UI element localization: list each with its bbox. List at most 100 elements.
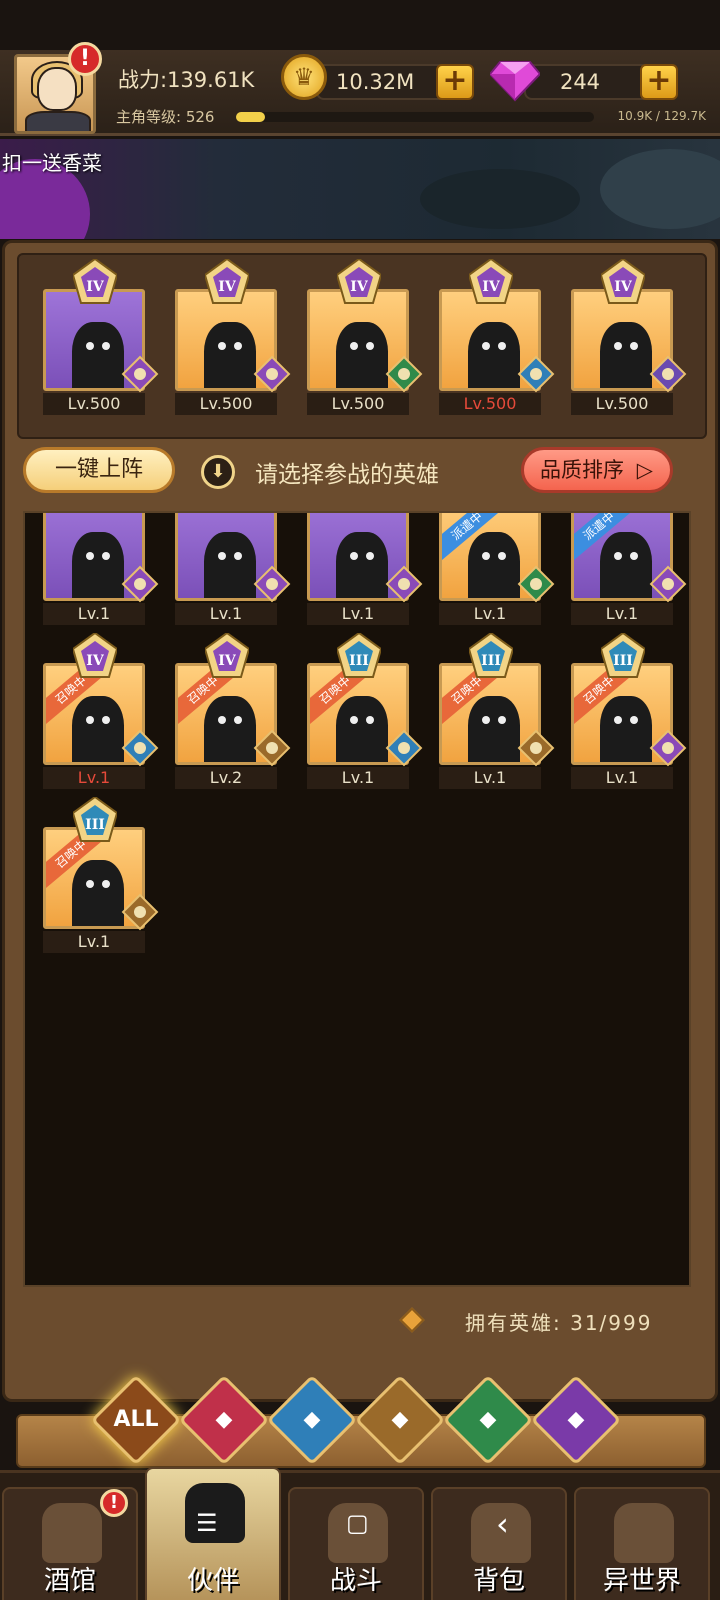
system-home-icon[interactable]: ▢ xyxy=(346,1509,369,1537)
svg-text:IV: IV xyxy=(218,653,237,669)
status-bar xyxy=(0,0,720,50)
rank-iv-badge-icon: IV xyxy=(599,257,647,305)
svg-text:IV: IV xyxy=(350,279,369,295)
sort-arrow-icon: ▷ xyxy=(636,458,653,482)
system-back-icon[interactable]: ‹ xyxy=(496,1505,509,1543)
svg-text:IV: IV xyxy=(86,653,105,669)
down-arrow-icon: ⬇ xyxy=(201,455,235,489)
battle-team: IV Lv.500 IV Lv.500 IV Lv.500 IV Lv.500 … xyxy=(17,253,707,439)
svg-text:III: III xyxy=(481,653,501,669)
hero-level: Lv.1 xyxy=(439,603,541,625)
hero-level: Lv.1 xyxy=(175,603,277,625)
bottom-navigation: 异世界 背包 战斗 伙伴 酒馆! ☰ ▢ ‹ xyxy=(0,1467,720,1600)
rank-iv-badge-icon: IV xyxy=(335,257,383,305)
player-level: 主角等级: 526 xyxy=(116,108,215,126)
hero-level: Lv.1 xyxy=(571,603,673,625)
system-menu-icon[interactable]: ☰ xyxy=(196,1509,218,1537)
hero-count-icon xyxy=(399,1307,425,1333)
tavern-alert-badge: ! xyxy=(100,1489,128,1517)
rank-iv-badge-icon: IV xyxy=(203,257,251,305)
hero-count: 拥有英雄: 31/999 xyxy=(465,1311,653,1335)
faction-emblem-icon: ◆ xyxy=(479,1407,497,1432)
scene-rock xyxy=(420,169,580,229)
svg-text:III: III xyxy=(85,817,105,833)
gold-crown-icon: ♛ xyxy=(281,54,327,100)
gem-amount: 244 xyxy=(524,64,656,100)
hero-silhouette xyxy=(204,322,256,388)
hero-silhouette xyxy=(204,532,256,598)
hero-silhouette xyxy=(336,532,388,598)
svg-text:IV: IV xyxy=(218,279,237,295)
hero-level: Lv.500 xyxy=(307,393,409,415)
demon-faction-icon xyxy=(121,355,159,393)
nav-tab-tavern[interactable]: 酒馆! xyxy=(2,1487,138,1600)
nav-tab-backpack[interactable]: 背包 xyxy=(431,1487,567,1600)
scene-caption: 扣一送香菜 xyxy=(2,151,102,175)
nav-label: 战斗 xyxy=(329,1566,382,1596)
nav-label: 异世界 xyxy=(602,1566,681,1596)
level-progress-fill xyxy=(236,112,265,122)
svg-text:IV: IV xyxy=(86,279,105,295)
hero-silhouette xyxy=(468,696,520,762)
nav-label: 酒馆 xyxy=(43,1566,96,1596)
filter-all-label: ALL xyxy=(113,1407,159,1432)
avatar-alert-badge: ! xyxy=(68,42,102,76)
hero-roster[interactable]: Lv.1 Lv.1 Lv.1 派遣中 Lv.1 派遣中 Lv.1 召唤中 IV Lv.… xyxy=(23,511,691,1287)
hero-level: Lv.1 xyxy=(571,767,673,789)
hero-level: Lv.500 xyxy=(175,393,277,415)
nav-tab-battle[interactable]: 战斗 xyxy=(288,1487,424,1600)
rank-iii-badge-icon: III xyxy=(335,631,383,679)
combat-power: 战力:139.61K xyxy=(118,68,255,92)
fish-faction-icon xyxy=(517,355,555,393)
nav-tab-portal[interactable]: 异世界 xyxy=(574,1487,710,1600)
hero-level: Lv.500 xyxy=(43,393,145,415)
hero-level: Lv.2 xyxy=(175,767,277,789)
select-hero-prompt: 请选择参战的英雄 xyxy=(255,462,439,488)
hero-silhouette xyxy=(72,322,124,388)
hero-level: Lv.1 xyxy=(439,767,541,789)
hero-level: Lv.1 xyxy=(43,767,145,789)
fish-faction-icon xyxy=(385,729,423,767)
elf-faction-icon xyxy=(385,355,423,393)
demon-faction-icon xyxy=(253,355,291,393)
hero-silhouette xyxy=(336,322,388,388)
hero-silhouette xyxy=(72,860,124,926)
hero-level: Lv.500 xyxy=(571,393,673,415)
hero-level: Lv.500 xyxy=(439,393,541,415)
scene-background: 扣一送香菜 xyxy=(0,139,720,239)
hero-silhouette xyxy=(600,696,652,762)
faction-emblem-icon: ◆ xyxy=(303,1407,321,1432)
quick-deploy-button[interactable]: 一键上阵 xyxy=(23,447,175,493)
rank-iii-badge-icon: III xyxy=(599,631,647,679)
demon-faction-icon xyxy=(385,565,423,603)
svg-text:IV: IV xyxy=(482,279,501,295)
hero-level: Lv.1 xyxy=(307,767,409,789)
beast-faction-icon xyxy=(517,729,555,767)
hero-silhouette xyxy=(468,532,520,598)
nav-label: 背包 xyxy=(472,1566,525,1596)
demon-faction-icon xyxy=(649,729,687,767)
hero-level: Lv.1 xyxy=(43,931,145,953)
tavern-icon xyxy=(42,1503,102,1563)
rank-iv-badge-icon: IV xyxy=(71,631,119,679)
hero-silhouette xyxy=(72,696,124,762)
svg-text:IV: IV xyxy=(614,279,633,295)
warrior-faction-icon xyxy=(649,355,687,393)
faction-emblem-icon: ◆ xyxy=(391,1407,409,1432)
add-gem-button[interactable]: + xyxy=(640,64,678,100)
add-gold-button[interactable]: + xyxy=(436,64,474,100)
fish-faction-icon xyxy=(121,729,159,767)
quality-sort-button[interactable]: 品质排序 ▷ xyxy=(521,447,673,493)
svg-text:III: III xyxy=(349,653,369,669)
hero-silhouette xyxy=(468,322,520,388)
hero-silhouette xyxy=(600,532,652,598)
rank-iii-badge-icon: III xyxy=(71,795,119,843)
demon-faction-icon xyxy=(253,565,291,603)
rank-iv-badge-icon: IV xyxy=(203,631,251,679)
avatar-body xyxy=(25,111,91,131)
rank-iv-badge-icon: IV xyxy=(467,257,515,305)
nav-label: 伙伴 xyxy=(186,1566,239,1596)
gem-icon xyxy=(490,61,540,102)
demon-faction-icon xyxy=(649,565,687,603)
gold-amount: 10.32M xyxy=(316,64,452,100)
